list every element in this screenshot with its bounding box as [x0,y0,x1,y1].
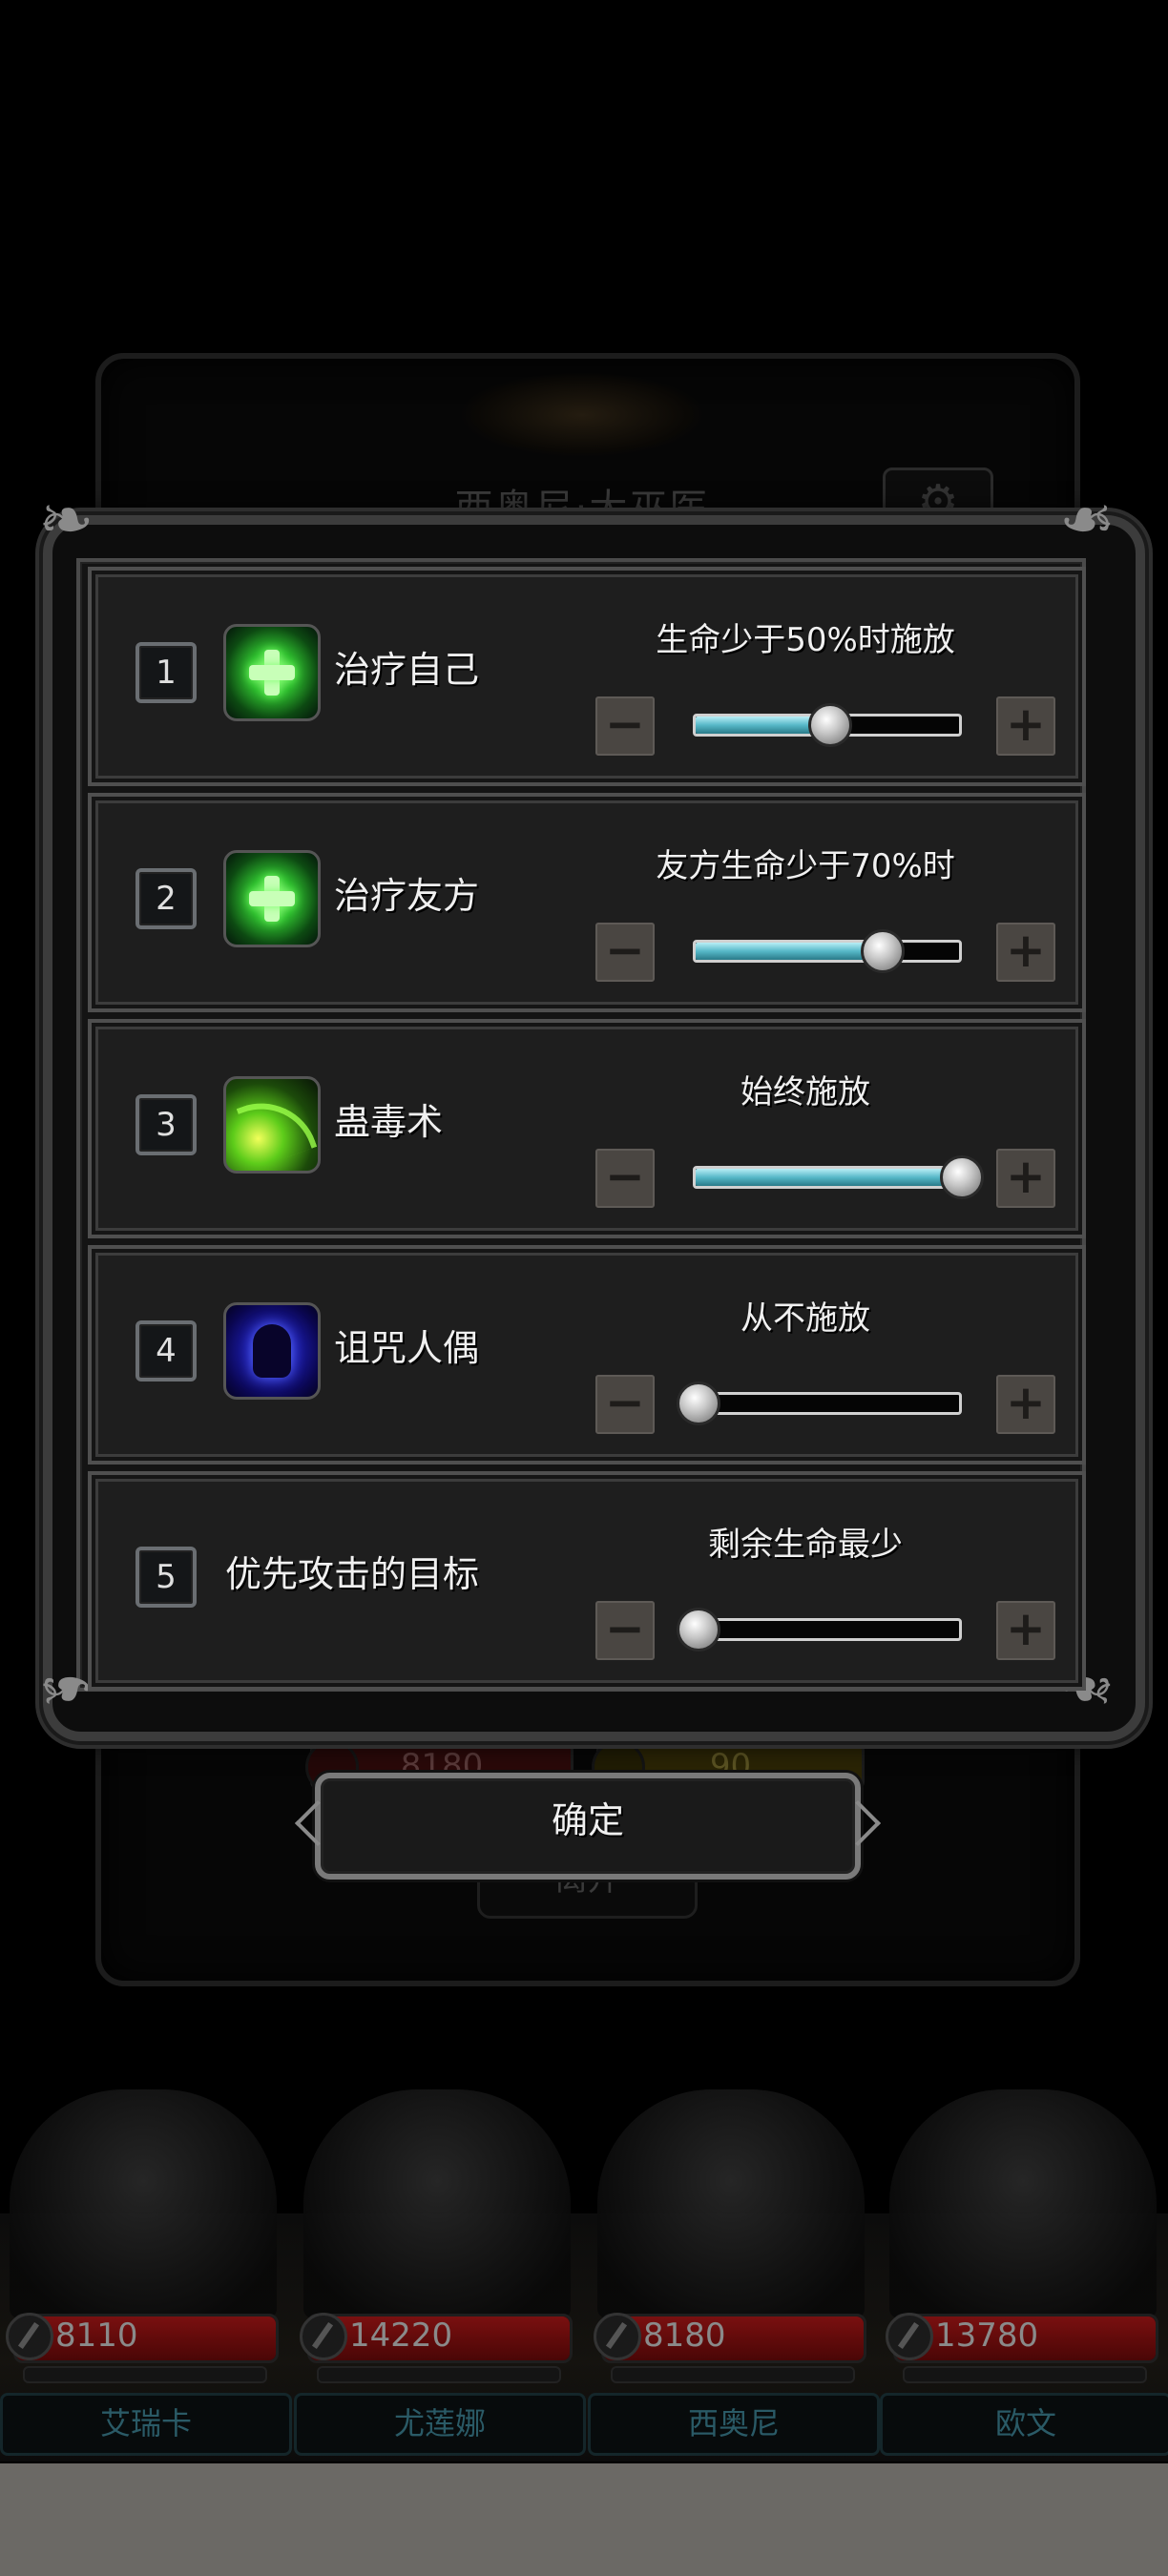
hero-hp: 8180 [643,2316,726,2355]
floor [0,2463,1168,2576]
hero-sub-bar [903,2366,1147,2383]
hero-name: 尤莲娜 [294,2393,586,2456]
condition-slider[interactable] [677,1381,962,1425]
condition-text: 友方生命少于70%时 [656,847,955,885]
priority-number: 1 [136,642,197,703]
decrease-button[interactable]: − [595,923,655,982]
sword-icon [594,2313,641,2360]
ornament-corner-icon: ❧ [38,481,94,559]
condition-text: 始终施放 [740,1073,870,1111]
ornament-corner-icon: ❧ [1059,481,1116,559]
slider-fill [696,943,881,960]
sword-icon [6,2313,53,2360]
setting-row: 2 治疗友方 友方生命少于70%时 − + [88,793,1086,1012]
curse-doll-icon [223,1302,321,1400]
hero-card: 8180 西奥尼 [588,2089,880,2462]
skill-label: 诅咒人偶 [334,1327,480,1369]
condition-slider[interactable] [693,703,962,747]
poison-icon [223,1076,321,1174]
increase-button[interactable]: + [996,1149,1055,1208]
condition-slider[interactable] [693,929,962,973]
condition-text: 从不施放 [740,1299,870,1338]
increase-button[interactable]: + [996,923,1055,982]
slider-fill [696,1169,959,1186]
setting-row: 4 诅咒人偶 从不施放 − + [88,1245,1086,1465]
priority-number: 4 [136,1320,197,1381]
skill-label: 蛊毒术 [334,1101,444,1143]
hero-sub-bar [611,2366,855,2383]
ornament-corner-icon: ❧ [38,1650,94,1728]
hero-hp: 13780 [935,2316,1039,2355]
slider-knob[interactable] [677,1608,720,1652]
skill-label: 优先攻击的目标 [225,1553,480,1595]
ornament-emblem-icon [458,372,706,458]
sword-icon [300,2313,347,2360]
hero-portrait [889,2089,1157,2318]
skill-label: 治疗自己 [334,649,480,691]
decrease-button[interactable]: − [595,1149,655,1208]
hero-portrait [303,2089,571,2318]
increase-button[interactable]: + [996,1601,1055,1660]
slider-knob[interactable] [808,703,852,747]
setting-row: 3 蛊毒术 始终施放 − + [88,1019,1086,1238]
slider-knob[interactable] [677,1381,720,1425]
hero-card: 8110 艾瑞卡 [0,2089,292,2462]
condition-text: 剩余生命最少 [708,1526,903,1564]
priority-number: 5 [136,1547,197,1608]
heal-icon [223,624,321,721]
sword-icon [886,2313,933,2360]
decrease-button[interactable]: − [595,696,655,756]
hero-sub-bar [317,2366,561,2383]
condition-slider[interactable] [677,1608,962,1652]
slider-knob[interactable] [861,929,906,973]
hero-name: 欧文 [880,2393,1168,2456]
hero-card: 14220 尤莲娜 [294,2089,586,2462]
hero-hp: 14220 [349,2316,453,2355]
condition-text: 生命少于50%时施放 [656,621,955,659]
increase-button[interactable]: + [996,696,1055,756]
increase-button[interactable]: + [996,1375,1055,1434]
hero-name: 艾瑞卡 [0,2393,292,2456]
hero-card: 13780 欧文 [880,2089,1168,2462]
hero-portrait [10,2089,277,2318]
hero-name: 西奥尼 [588,2393,880,2456]
decrease-button[interactable]: − [595,1375,655,1434]
setting-row: 5 优先攻击的目标 剩余生命最少 − + [88,1471,1086,1691]
skill-label: 治疗友方 [334,875,480,917]
heal-icon [223,850,321,947]
hero-hp: 8110 [55,2316,138,2355]
setting-row: 1 治疗自己 生命少于50%时施放 − + [88,567,1086,786]
priority-number: 3 [136,1094,197,1155]
slider-knob[interactable] [940,1155,984,1199]
hero-sub-bar [23,2366,267,2383]
decrease-button[interactable]: − [595,1601,655,1660]
condition-slider[interactable] [693,1155,984,1199]
confirm-button[interactable]: 确定 [315,1773,861,1880]
hero-portrait [597,2089,865,2318]
priority-number: 2 [136,868,197,929]
